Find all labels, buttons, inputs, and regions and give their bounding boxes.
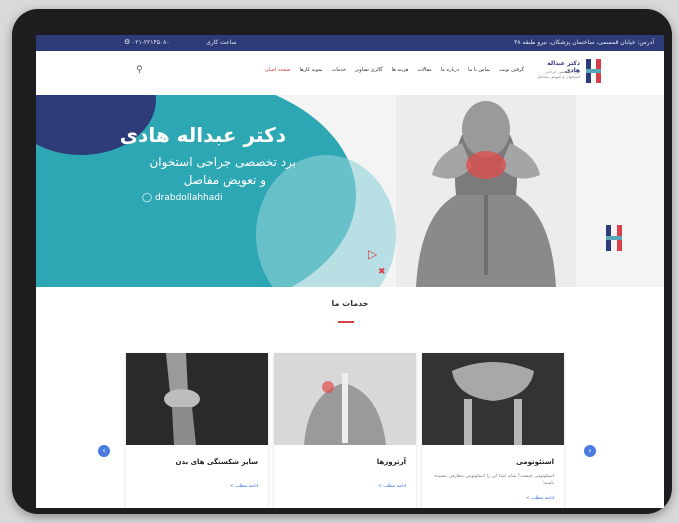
instagram-icon: ◯ [142,193,153,203]
nav-item-appointment[interactable]: گرفتن نوبت [499,67,524,73]
services-title: خدمات ما [331,299,369,308]
nav-item-home[interactable]: صفحه اصلی [265,67,291,73]
nav-menu: صفحه اصلی نمونه کارها خدمات گالری تصاویر… [265,67,524,73]
main-nav: دکتر عبداله هادی بورد تخصصی جراحی استخوا… [36,51,664,96]
instagram-handle[interactable]: ◯ drabdollahhadi [142,193,222,203]
instagram-handle-text: drabdollahhadi [154,193,223,203]
nav-item-portfolio[interactable]: نمونه کارها [299,67,322,73]
card-title: آرتروزها [376,458,406,466]
hero-back-pain-image [396,95,576,287]
title-divider [338,321,354,323]
card-title: استئوتومی [516,458,554,466]
service-card-arthrosis[interactable]: آرتروزها ادامه مطلب > [274,353,416,508]
tablet-frame: ⚙ ۰۲۱-۲۲۱۴۵۰۸۰ ساعت کاری آدرس: خیابان قم… [12,9,672,514]
logo-mark-icon [584,57,606,87]
close-icon: ✖ [378,267,386,277]
service-card-fractures[interactable]: سایر شکستگی های بدن ادامه مطلب > [126,353,268,508]
carousel-next-button[interactable]: › [584,445,596,457]
logo-watermark-icon [606,225,622,251]
hero-subtitle-line1: برد تخصصی جراحی استخوان [149,155,296,169]
read-more-link[interactable]: ادامه مطلب > [378,484,406,489]
address-text: آدرس: خیابان قمسمی، ساختمان پزشکان، نیرو… [514,39,654,46]
hero-subtitle-line2: و تعویض مفاصل [183,173,266,187]
play-icon[interactable]: ▷ [368,247,377,261]
card-description: استئوتومی چیست؟ شاید ابتدا این را استئوت… [434,474,554,486]
nav-item-services[interactable]: خدمات [332,67,347,73]
nav-item-articles[interactable]: مقالات [417,67,431,73]
logo-tagline: بورد تخصصی جراحی استخوان و تعویض مفاصل [536,69,580,79]
read-more-link[interactable]: ادامه مطلب > [230,484,258,489]
nav-item-gallery[interactable]: گالری تصاویر [355,67,383,73]
nav-item-contact[interactable]: تماس با ما [468,67,490,73]
hip-xray-image [422,353,564,445]
top-info-bar: ⚙ ۰۲۱-۲۲۱۴۵۰۸۰ ساعت کاری آدرس: خیابان قم… [36,35,664,51]
nav-item-about[interactable]: درباره ما [441,67,459,73]
chevron-left-icon: ‹ [102,446,106,455]
read-more-link[interactable]: ادامه مطلب > [526,496,554,501]
carousel-prev-button[interactable]: ‹ [98,445,110,457]
nav-item-costs[interactable]: هزینه ها [392,67,409,73]
search-icon[interactable]: ⚲ [136,65,143,75]
site-logo[interactable]: دکتر عبداله هادی بورد تخصصی جراحی استخوا… [536,57,606,89]
knee-xray-image [126,353,268,445]
browser-screen: ⚙ ۰۲۱-۲۲۱۴۵۰۸۰ ساعت کاری آدرس: خیابان قم… [36,35,664,508]
phone-number[interactable]: ۰۲۱-۲۲۱۴۵۰۸۰ [132,39,170,46]
gear-icon[interactable]: ⚙ [124,38,130,46]
chevron-right-icon: › [588,446,592,455]
hero-title: دکتر عبداله هادی [119,123,286,147]
hero-banner: دکتر عبداله هادی برد تخصصی جراحی استخوان… [36,95,664,287]
service-card-osteotomy[interactable]: استئوتومی استئوتومی چیست؟ شاید ابتدا این… [422,353,564,508]
spine-xray-image [274,353,416,445]
working-hours-label: ساعت کاری [206,39,237,46]
card-title: سایر شکستگی های بدن [175,458,258,466]
